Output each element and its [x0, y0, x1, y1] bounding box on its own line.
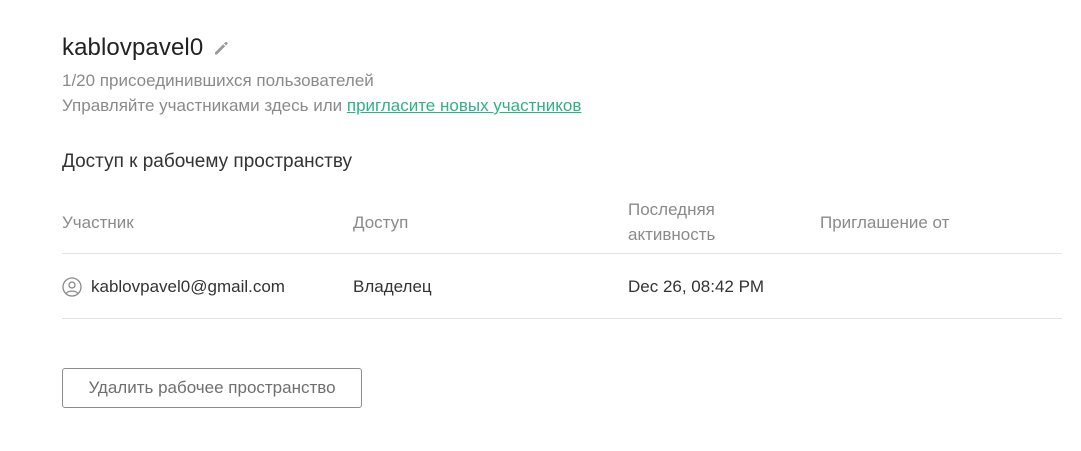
- manage-members-text: Управляйте участниками здесь или приглас…: [62, 93, 581, 118]
- column-header-last-activity-line2: активность: [628, 225, 716, 244]
- members-table: Участник Доступ Последняя активность При…: [62, 195, 1062, 319]
- column-header-last-activity: Последняя активность: [628, 197, 768, 247]
- table-row: kablovpavel0@gmail.com Владелец Dec 26, …: [62, 254, 1062, 319]
- workspace-access-title: Доступ к рабочему пространству: [62, 151, 353, 172]
- workspace-header: kablovpavel0 1/20 присоединившихся польз…: [62, 32, 581, 118]
- table-header: Участник Доступ Последняя активность При…: [62, 195, 1062, 254]
- member-access: Владелец: [353, 277, 432, 296]
- member-cell: kablovpavel0@gmail.com: [62, 274, 285, 299]
- column-header-invited-by: Приглашение от: [820, 213, 950, 232]
- workspace-settings-page: kablovpavel0 1/20 присоединившихся польз…: [0, 0, 1081, 451]
- member-email: kablovpavel0@gmail.com: [91, 277, 285, 296]
- members-count: 1/20 присоединившихся пользователей: [62, 71, 374, 90]
- user-circle-icon: [62, 276, 82, 297]
- workspace-name: kablovpavel0: [62, 34, 204, 61]
- delete-workspace-button[interactable]: Удалить рабочее пространство: [62, 368, 362, 408]
- column-header-last-activity-line1: Последняя: [628, 200, 715, 219]
- member-last-activity: Dec 26, 08:42 PM: [628, 277, 765, 296]
- pencil-icon[interactable]: [213, 40, 229, 56]
- column-header-member: Участник: [62, 213, 134, 232]
- column-header-access: Доступ: [353, 213, 409, 232]
- invite-members-link[interactable]: пригласите новых участников: [347, 96, 582, 115]
- manage-members-label: Управляйте участниками здесь или: [62, 96, 347, 115]
- title-row: kablovpavel0: [62, 32, 581, 64]
